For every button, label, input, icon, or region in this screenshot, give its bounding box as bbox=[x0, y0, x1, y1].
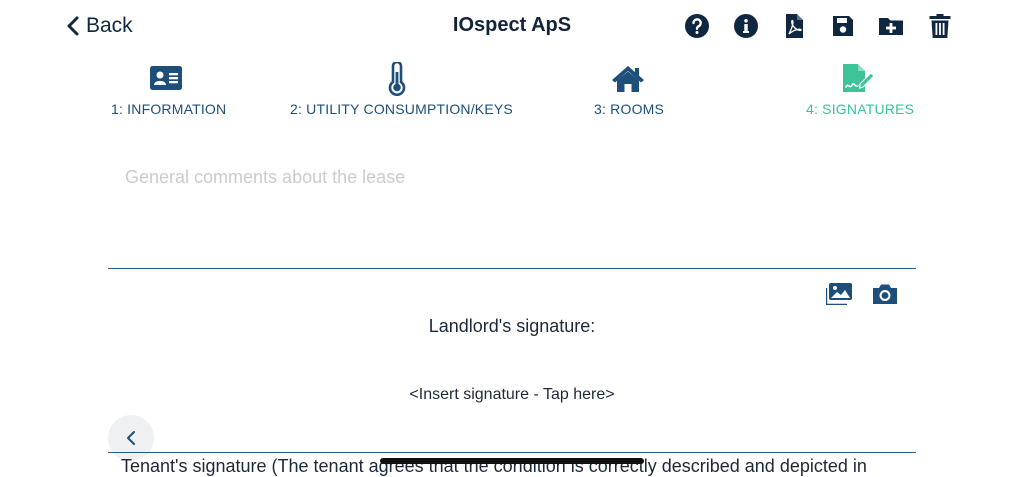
tab-label: 3: ROOMS bbox=[594, 101, 665, 117]
tab-label: 1: INFORMATION bbox=[111, 101, 227, 117]
signature-divider bbox=[108, 452, 916, 453]
pdf-icon[interactable] bbox=[781, 12, 807, 40]
tab-information[interactable]: 1: INFORMATION bbox=[111, 60, 227, 117]
signature-icon bbox=[843, 64, 875, 92]
landlord-signature-label: Landlord's signature: bbox=[428, 316, 596, 336]
tab-rooms[interactable]: 3: ROOMS bbox=[594, 60, 665, 117]
tab-signatures[interactable]: 4: SIGNATURES bbox=[806, 60, 915, 117]
chevron-left-icon bbox=[127, 431, 135, 445]
insert-signature-area[interactable]: <Insert signature - Tap here> bbox=[0, 386, 1024, 404]
gallery-icon[interactable] bbox=[826, 282, 852, 306]
section-tabs: 1: INFORMATION 2: UTILITY CONSUMPTION/KE… bbox=[0, 60, 1024, 130]
general-comments-input[interactable] bbox=[108, 155, 916, 269]
tab-label: 4: SIGNATURES bbox=[806, 101, 915, 117]
folder-add-icon[interactable] bbox=[878, 12, 904, 40]
info-icon[interactable] bbox=[733, 12, 759, 40]
top-bar: Back IOspect ApS bbox=[0, 0, 1024, 52]
thermometer-icon bbox=[388, 62, 406, 96]
media-actions bbox=[826, 282, 898, 306]
tab-utility-consumption-keys[interactable]: 2: UTILITY CONSUMPTION/KEYS bbox=[290, 60, 513, 117]
scroll-back-button[interactable] bbox=[108, 415, 154, 461]
camera-icon[interactable] bbox=[872, 282, 898, 306]
trash-icon[interactable] bbox=[927, 12, 953, 40]
toolbar-actions bbox=[684, 12, 975, 40]
id-card-icon bbox=[150, 66, 182, 90]
tab-label: 2: UTILITY CONSUMPTION/KEYS bbox=[290, 101, 513, 117]
save-icon[interactable] bbox=[830, 12, 856, 40]
home-icon bbox=[612, 66, 644, 92]
help-icon[interactable] bbox=[684, 12, 710, 40]
home-indicator[interactable] bbox=[380, 458, 644, 464]
